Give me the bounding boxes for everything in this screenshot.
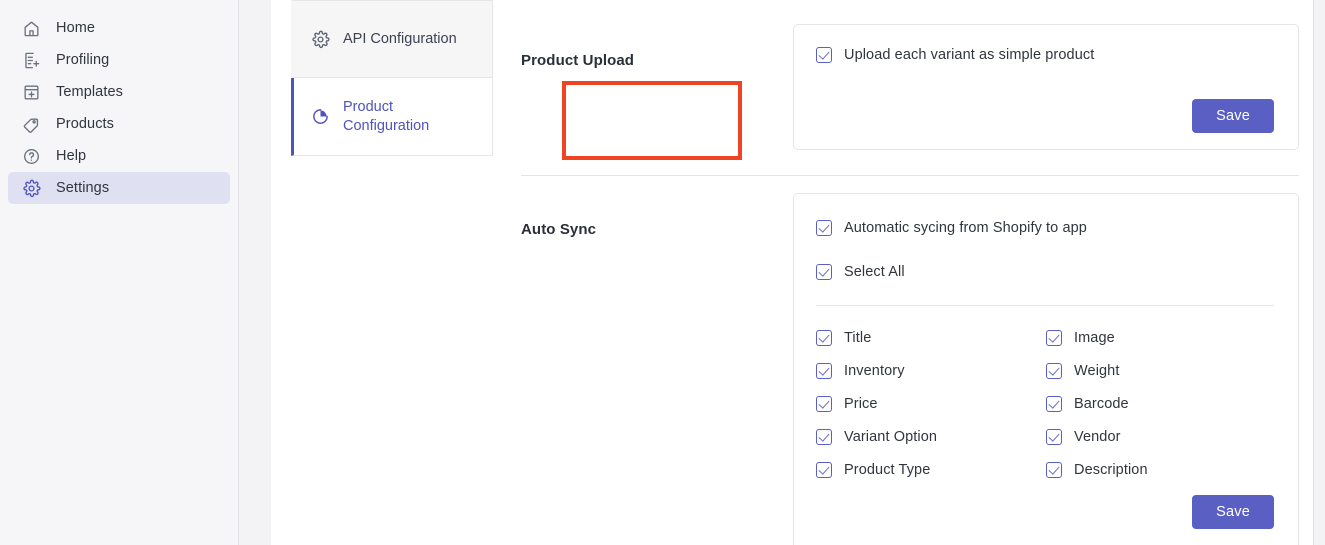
checkbox-field-barcode[interactable]: Barcode — [1046, 396, 1274, 412]
checkbox-checked-icon[interactable] — [816, 396, 832, 412]
sidebar-item-label: Templates — [56, 84, 123, 100]
checkbox-label: Description — [1074, 462, 1148, 478]
checkbox-field-vendor[interactable]: Vendor — [1046, 429, 1274, 445]
checkbox-label: Barcode — [1074, 396, 1129, 412]
sync-fields-grid: Title Image Inventory Weight Price Barco… — [816, 330, 1274, 478]
save-button[interactable]: Save — [1192, 495, 1274, 529]
checkbox-select-all[interactable]: Select All — [816, 264, 1274, 280]
checkbox-automatic-syncing[interactable]: Automatic sycing from Shopify to app — [816, 220, 1274, 236]
sidebar-item-label: Home — [56, 20, 96, 36]
gear-icon — [20, 177, 42, 199]
checkbox-field-weight[interactable]: Weight — [1046, 363, 1274, 379]
checkbox-checked-icon[interactable] — [816, 363, 832, 379]
checkbox-field-variant-option[interactable]: Variant Option — [816, 429, 1046, 445]
tab-label: Product Configuration — [343, 98, 430, 134]
checkbox-field-inventory[interactable]: Inventory — [816, 363, 1046, 379]
checkbox-label: Title — [844, 330, 872, 346]
checkbox-field-price[interactable]: Price — [816, 396, 1046, 412]
checkbox-label: Inventory — [844, 363, 905, 379]
gear-icon — [310, 29, 330, 49]
checkbox-label: Select All — [844, 264, 905, 280]
sidebar-item-label: Products — [56, 116, 115, 132]
settings-tab-list: API Configuration Product Configuration — [291, 0, 493, 156]
checkbox-label: Variant Option — [844, 429, 938, 445]
checkbox-field-description[interactable]: Description — [1046, 462, 1274, 478]
sidebar-gutter — [239, 0, 271, 545]
checkbox-checked-icon[interactable] — [1046, 429, 1062, 445]
checkbox-checked-icon[interactable] — [816, 330, 832, 346]
checkbox-checked-icon[interactable] — [816, 462, 832, 478]
sidebar-item-label: Help — [56, 148, 87, 164]
checkbox-label: Image — [1074, 330, 1115, 346]
primary-sidebar: Home Profiling Templates Products Help S… — [0, 0, 239, 545]
sidebar-item-profiling[interactable]: Profiling — [8, 44, 230, 76]
checkbox-upload-each-variant[interactable]: Upload each variant as simple product — [816, 47, 1274, 63]
home-icon — [20, 17, 42, 39]
checkbox-checked-icon[interactable] — [816, 429, 832, 445]
section-product-upload: Product Upload Upload each variant as si… — [521, 24, 1299, 150]
sidebar-item-label: Settings — [56, 180, 110, 196]
product-upload-actions: Save — [816, 99, 1274, 133]
tab-product-configuration[interactable]: Product Configuration — [291, 78, 493, 156]
checkbox-checked-icon[interactable] — [816, 220, 832, 236]
checkbox-checked-icon[interactable] — [1046, 363, 1062, 379]
checkbox-field-product-type[interactable]: Product Type — [816, 462, 1046, 478]
auto-sync-card: Automatic sycing from Shopify to app Sel… — [793, 193, 1299, 545]
tab-label: API Configuration — [343, 30, 457, 47]
card-divider — [816, 305, 1274, 306]
checkbox-label: Automatic sycing from Shopify to app — [844, 220, 1087, 236]
sidebar-item-settings[interactable]: Settings — [8, 172, 230, 204]
app-window: Home Profiling Templates Products Help S… — [0, 0, 1325, 545]
save-button[interactable]: Save — [1192, 99, 1274, 133]
pie-chart-icon — [310, 107, 330, 127]
checkbox-checked-icon[interactable] — [1046, 330, 1062, 346]
sidebar-item-home[interactable]: Home — [8, 12, 230, 44]
checkbox-label: Price — [844, 396, 878, 412]
sidebar-item-label: Profiling — [56, 52, 110, 68]
checkbox-checked-icon[interactable] — [816, 47, 832, 63]
checkbox-label: Product Type — [844, 462, 931, 478]
sidebar-item-templates[interactable]: Templates — [8, 76, 230, 108]
sidebar-item-help[interactable]: Help — [8, 140, 230, 172]
section-title: Product Upload — [521, 52, 635, 69]
checkbox-label: Weight — [1074, 363, 1120, 379]
sidebar-item-products[interactable]: Products — [8, 108, 230, 140]
tag-icon — [20, 113, 42, 135]
section-title: Auto Sync — [521, 221, 597, 238]
main-content: API Configuration Product Configuration … — [271, 0, 1325, 545]
section-divider — [521, 175, 1299, 176]
section-auto-sync: Auto Sync Automatic sycing from Shopify … — [521, 193, 1299, 545]
checkbox-field-image[interactable]: Image — [1046, 330, 1274, 346]
checkbox-label: Upload each variant as simple product — [844, 47, 1095, 63]
product-upload-card: Upload each variant as simple product Sa… — [793, 24, 1299, 150]
question-circle-icon — [20, 145, 42, 167]
auto-sync-actions: Save — [816, 495, 1274, 529]
tab-api-configuration[interactable]: API Configuration — [291, 0, 493, 78]
checkbox-checked-icon[interactable] — [1046, 462, 1062, 478]
page-scrollbar-track[interactable] — [1314, 0, 1325, 545]
checkbox-label: Vendor — [1074, 429, 1121, 445]
document-add-icon — [20, 49, 42, 71]
checkbox-checked-icon[interactable] — [816, 264, 832, 280]
template-add-icon — [20, 81, 42, 103]
checkbox-field-title[interactable]: Title — [816, 330, 1046, 346]
checkbox-checked-icon[interactable] — [1046, 396, 1062, 412]
